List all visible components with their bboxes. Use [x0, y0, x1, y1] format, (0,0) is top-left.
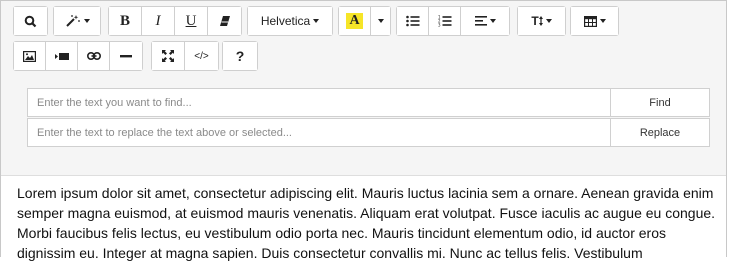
chevron-down-icon [489, 19, 496, 23]
code-view-button[interactable]: </> [185, 42, 218, 70]
insert-group [13, 41, 143, 71]
horizontal-rule-icon [120, 54, 132, 58]
editor-content[interactable]: Lorem ipsum dolor sit amet, consectetur … [1, 177, 728, 263]
highlight-dropdown-button[interactable] [371, 7, 390, 35]
find-input[interactable] [27, 88, 610, 117]
horizontal-rule-button[interactable] [110, 42, 142, 70]
chevron-down-icon [545, 19, 552, 23]
magic-group [53, 6, 101, 36]
find-button[interactable]: Find [610, 88, 710, 117]
numbered-list-icon: 123 [438, 15, 452, 27]
chevron-down-icon [599, 19, 606, 23]
chevron-down-icon [313, 19, 320, 23]
view-group: </> [151, 41, 219, 71]
text-size-group: T [517, 6, 566, 36]
rich-text-editor: B I U Helvetica A 1 2 3 T </> ? Enter th… [0, 0, 727, 261]
replace-button[interactable]: Replace [610, 118, 710, 147]
italic-button[interactable]: I [142, 7, 175, 35]
text-size-arrows-icon [538, 16, 543, 26]
clear-format-button[interactable] [208, 7, 241, 35]
bold-icon: B [119, 12, 130, 29]
eraser-icon [219, 15, 231, 27]
insert-link-button[interactable] [78, 42, 110, 70]
chevron-down-icon [83, 19, 90, 23]
align-dropdown-button[interactable] [461, 7, 509, 35]
style-dropdown-button[interactable] [54, 7, 100, 35]
help-icon: ? [235, 48, 245, 64]
highlight-icon: A [346, 13, 363, 29]
search-icon [24, 15, 37, 28]
magic-wand-icon [65, 14, 81, 28]
underline-icon: U [185, 12, 197, 29]
fullscreen-icon [162, 50, 174, 62]
help-button[interactable]: ? [223, 42, 257, 70]
code-view-icon: </> [194, 50, 209, 62]
font-group: Helvetica [247, 6, 333, 36]
bold-button[interactable]: B [109, 7, 142, 35]
bullet-list-button[interactable] [397, 7, 429, 35]
video-icon [54, 52, 69, 61]
italic-icon: I [155, 12, 161, 29]
table-group [570, 6, 619, 36]
replace-row: Replace [27, 118, 710, 147]
image-icon [23, 50, 36, 62]
insert-image-button[interactable] [14, 42, 46, 70]
text-size-dropdown-button[interactable]: T [518, 7, 565, 35]
font-family-label: Helvetica [260, 14, 311, 28]
bullet-list-icon [405, 15, 420, 27]
align-icon [474, 16, 487, 26]
highlight-button[interactable]: A [339, 7, 371, 35]
find-replace-button[interactable] [14, 7, 47, 35]
format-group: B I U [108, 6, 242, 36]
chevron-down-icon [377, 19, 384, 23]
fullscreen-button[interactable] [152, 42, 185, 70]
search-group [13, 6, 48, 36]
underline-button[interactable]: U [175, 7, 208, 35]
svg-text:3: 3 [438, 23, 441, 28]
paragraph-group: 123 [396, 6, 510, 36]
replace-input[interactable] [27, 118, 610, 147]
find-row: Find [27, 88, 710, 117]
insert-video-button[interactable] [46, 42, 78, 70]
table-icon [583, 15, 597, 27]
table-dropdown-button[interactable] [571, 7, 618, 35]
link-icon [86, 52, 101, 60]
help-group: ? [222, 41, 258, 71]
highlight-group: A [338, 6, 391, 36]
font-family-dropdown[interactable]: Helvetica [248, 7, 332, 35]
numbered-list-button[interactable]: 123 [429, 7, 461, 35]
text-size-icon: T [531, 14, 539, 28]
editor-toolbar: B I U Helvetica A 1 2 3 T </> ? Enter th… [1, 1, 726, 176]
